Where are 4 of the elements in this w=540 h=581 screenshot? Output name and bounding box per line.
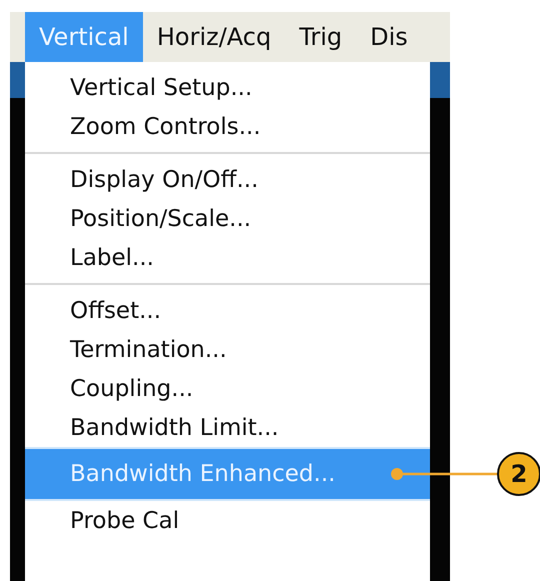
menu-bar-item[interactable]: Trig [285,12,356,62]
callout-number: 2 [497,452,540,496]
menu-bar-item[interactable]: Dis [356,12,422,62]
menu-bar-item[interactable]: Horiz/Acq [142,12,286,62]
